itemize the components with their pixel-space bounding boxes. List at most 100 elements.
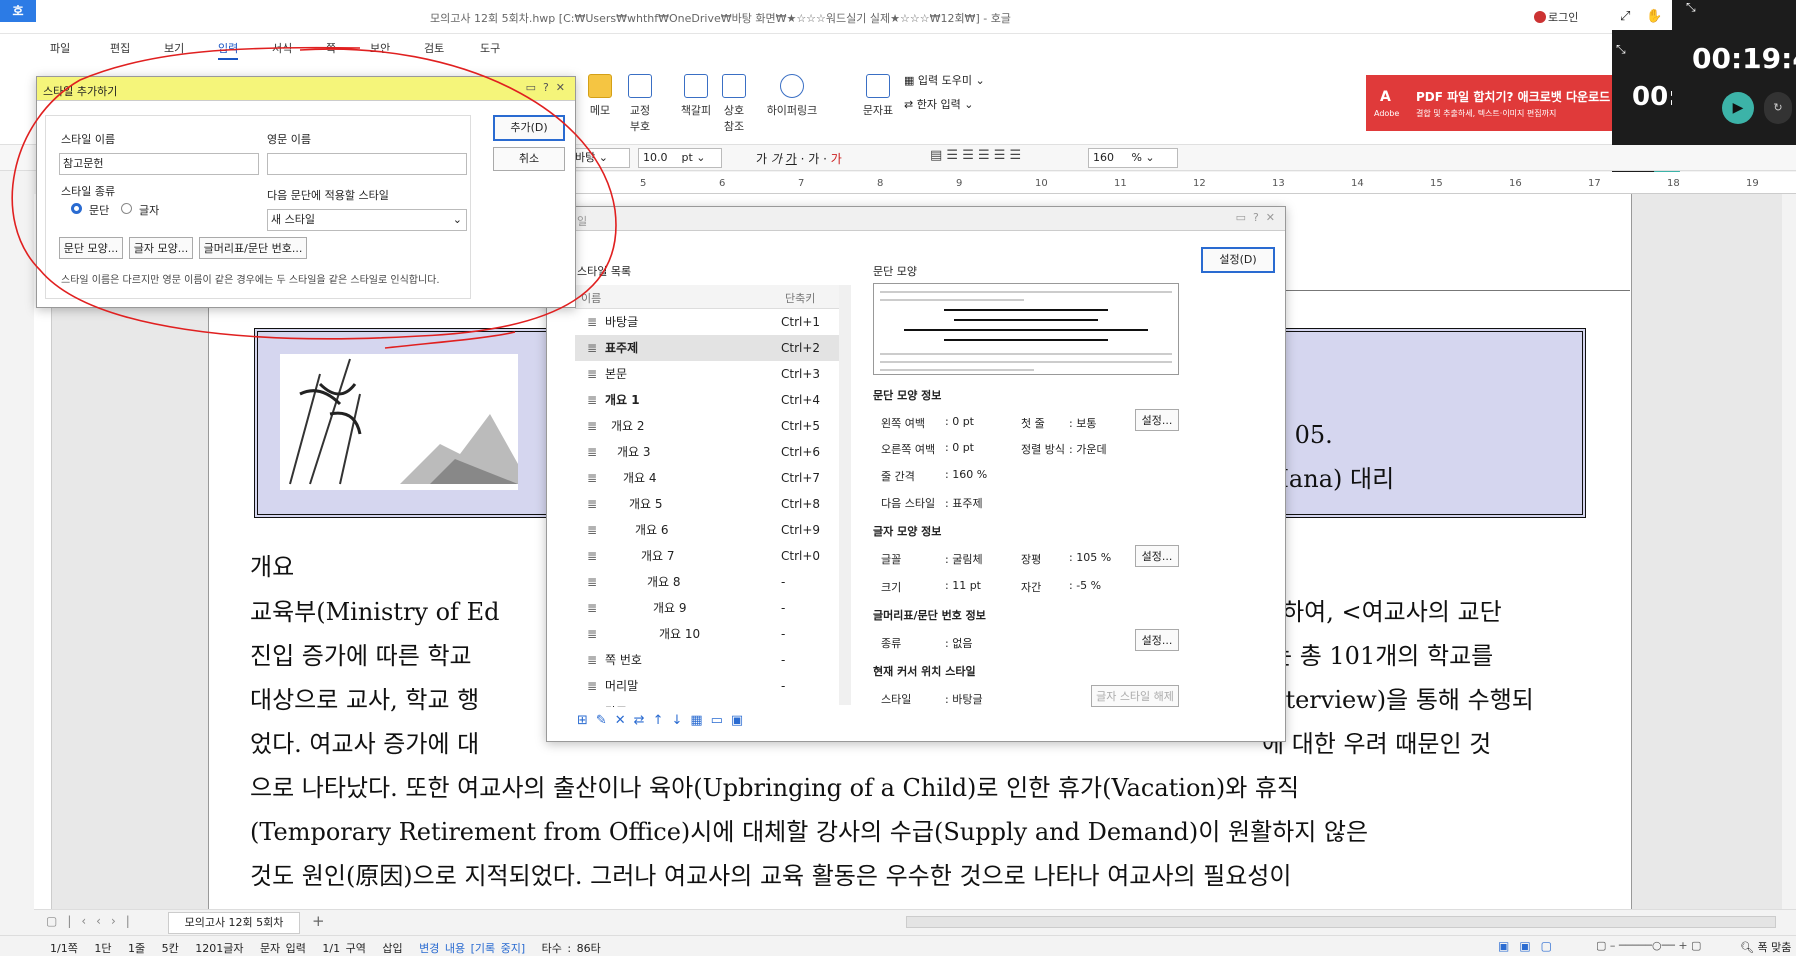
header-name: Hana) 대리 — [1268, 465, 1395, 493]
body-line-5: 으로 나타났다. 또한 여교사의 출산이나 육아(Upbringing of a… — [250, 774, 1300, 802]
style-set-button[interactable]: 설정(D) — [1201, 247, 1275, 273]
zoom-slider[interactable]: ▢ – ─────○── + ▢ — [1596, 939, 1701, 952]
style-item-name: 개요 1 — [605, 393, 640, 407]
style-list-item[interactable]: ≣ 본문 Ctrl+3 — [575, 361, 839, 387]
expand-icon[interactable]: ⤢ — [1620, 9, 1630, 24]
font-label: 글꼴 — [881, 553, 902, 566]
style-item-name: 개요 7 — [641, 549, 675, 563]
font-size-input[interactable]: 10.0 pt ⌄ — [638, 148, 722, 168]
style-item-icon: ≣ — [587, 601, 598, 615]
style-item-icon: ≣ — [587, 367, 598, 381]
crossref-button[interactable]: 상호 참조 — [716, 74, 752, 134]
style-toolbar-icons[interactable]: ⊞✎✕⇄↑↓▦▭▣ — [577, 713, 751, 728]
style-list-item[interactable]: ≣ 개요 9 - — [575, 595, 839, 621]
style-item-shortcut: Ctrl+5 — [781, 419, 821, 433]
ratio-label: 장평 — [1021, 553, 1042, 566]
right-margin-label: 오른쪽 여백 — [881, 443, 936, 456]
style-item-icon: ≣ — [587, 627, 598, 641]
char-format-buttons[interactable]: 가 가 가 · 가 · 가 — [756, 150, 842, 167]
timer-play-button[interactable]: ▶ — [1722, 92, 1754, 124]
line-spacing-value: : 160 % — [945, 468, 988, 481]
login-link[interactable]: 로그인 — [1548, 9, 1578, 25]
view-mode-icons[interactable]: ▣▣▢ — [1498, 939, 1562, 953]
status-items: 1/1쪽 1단 1줄 5칸 1201글자 문자 입력 1/1 구역 삽입 변경 … — [50, 942, 601, 955]
dialog-controls-icon[interactable]: ▭ ? ✕ — [1236, 211, 1275, 224]
para-setting-button[interactable]: 설정... — [1135, 409, 1179, 431]
style-list-item[interactable]: ≣ 개요 2 Ctrl+5 — [575, 413, 839, 439]
hand-icon[interactable]: ✋ — [1646, 9, 1662, 24]
tab-document[interactable]: 모의고사 12회 5회차 — [168, 912, 300, 934]
style-item-shortcut: Ctrl+3 — [781, 367, 821, 381]
hanja-input-button[interactable]: ⇄ 한자 입력 ⌄ — [904, 96, 973, 112]
horizontal-scrollbar[interactable] — [906, 916, 1776, 928]
timer-reset-icon[interactable]: ↻ — [1764, 92, 1792, 124]
ruler-number: 14 — [1351, 178, 1364, 189]
cursor-info-label: 현재 커서 위치 스타일 — [873, 665, 976, 678]
style-item-icon: ≣ — [587, 699, 597, 707]
asterisk-icon — [866, 74, 890, 98]
style-item-name: 각주 — [605, 699, 627, 707]
style-item-icon: ≣ — [587, 679, 598, 693]
char-setting-button[interactable]: 설정... — [1135, 545, 1179, 567]
chartable-button[interactable]: 문자표 — [858, 74, 898, 118]
para-preview — [873, 283, 1179, 375]
spacing-value: : -5 % — [1069, 579, 1102, 592]
style-list-item[interactable]: ≣ 개요 1 Ctrl+4 — [575, 387, 839, 413]
style-item-shortcut: - — [781, 699, 785, 707]
bullet-setting-button[interactable]: 설정... — [1135, 629, 1179, 651]
adobe-ad-banner[interactable]: A Adobe PDF 파일 합치기? 애크로뱃 다운로드 결합 및 추출하세,… — [1366, 75, 1620, 131]
style-list-item[interactable]: ≣ 각주 - — [575, 699, 839, 707]
compact-icon-2[interactable]: ⤡ — [1686, 0, 1696, 15]
compact-icon[interactable]: ⤡ — [1616, 42, 1626, 57]
ruler-number: 5 — [640, 178, 647, 189]
ruler-number: 13 — [1272, 178, 1285, 189]
style-item-icon: ≣ — [587, 393, 598, 407]
style-item-shortcut: - — [781, 679, 786, 693]
tab-nav-icons[interactable]: ▢|‹‹›| — [46, 914, 140, 928]
release-char-style-button[interactable]: 글자 스타일 해제 — [1091, 685, 1179, 707]
style-list-item[interactable]: ≣ 개요 10 - — [575, 621, 839, 647]
col-shortcut: 단축키 — [785, 292, 816, 305]
style-list-item[interactable]: ≣ 쪽 번호 - — [575, 647, 839, 673]
ad-subtitle: 결합 및 추출하세, 텍스트·이미지 편집까지 — [1416, 109, 1557, 118]
style-item-shortcut: Ctrl+7 — [781, 471, 821, 485]
left-margin-label: 왼쪽 여백 — [881, 417, 925, 430]
zoom-input[interactable]: 160 % ⌄ — [1088, 148, 1178, 168]
style-list-item[interactable]: ≣ 개요 5 Ctrl+8 — [575, 491, 839, 517]
zoom-fit-button[interactable]: 🔍︎ 폭 맞춤 — [1740, 939, 1791, 955]
style-dialog-titlebar[interactable]: 일 ▭ ? ✕ — [547, 207, 1285, 231]
align-buttons[interactable]: ▤ ☰ ☰ ☰ ☰ ☰ — [930, 148, 1021, 163]
next-style-label: 다음 스타일 — [881, 497, 936, 510]
right-margin-value: : 0 pt — [945, 441, 974, 454]
style-list-item[interactable]: ≣ 개요 4 Ctrl+7 — [575, 465, 839, 491]
style-list-item[interactable]: ≣ 개요 3 Ctrl+6 — [575, 439, 839, 465]
hyperlink-button[interactable]: 하이퍼링크 — [762, 74, 822, 118]
style-list-scrollbar[interactable] — [839, 285, 851, 705]
style-item-shortcut: - — [781, 601, 786, 615]
login-icon[interactable] — [1534, 11, 1546, 23]
style-item-name: 개요 9 — [653, 601, 687, 615]
bookmark-icon — [684, 74, 708, 98]
bookmark-button[interactable]: 책갈피 — [678, 74, 714, 118]
crossref-icon — [722, 74, 746, 98]
style-item-name: 개요 10 — [659, 627, 701, 641]
style-item-shortcut: - — [781, 627, 786, 641]
add-tab-button[interactable]: + — [312, 912, 325, 930]
input-helper-button[interactable]: ▦ 입력 도우미 ⌄ — [904, 72, 985, 88]
body-line-6: (Temporary Retirement from Office)시에 대체할… — [250, 818, 1369, 846]
ratio-value: : 105 % — [1069, 551, 1112, 564]
para-preview-label: 문단 모양 — [873, 265, 917, 278]
style-list-item[interactable]: ≣ 머리말 - — [575, 673, 839, 699]
align-label: 정렬 방식 — [1021, 443, 1065, 456]
style-list[interactable]: ≣ 바탕글 Ctrl+1 ≣ 표주제 Ctrl+2 ≣ 본문 Ctrl+3 ≣ 개요 1 Ctrl+4… — [575, 309, 839, 707]
style-list-item[interactable]: ≣ 개요 8 - — [575, 569, 839, 595]
red-annotation-scribble — [11, 46, 617, 349]
style-list-item[interactable]: ≣ 개요 6 Ctrl+9 — [575, 517, 839, 543]
style-item-shortcut: Ctrl+8 — [781, 497, 821, 511]
style-list-item[interactable]: ≣ 개요 7 Ctrl+0 — [575, 543, 839, 569]
style-item-shortcut: Ctrl+4 — [781, 393, 821, 407]
style-item-name: 본문 — [605, 367, 628, 381]
spacing-label: 자간 — [1021, 581, 1042, 594]
style-item-shortcut: - — [781, 575, 786, 589]
font-value: : 굴림체 — [945, 553, 983, 566]
